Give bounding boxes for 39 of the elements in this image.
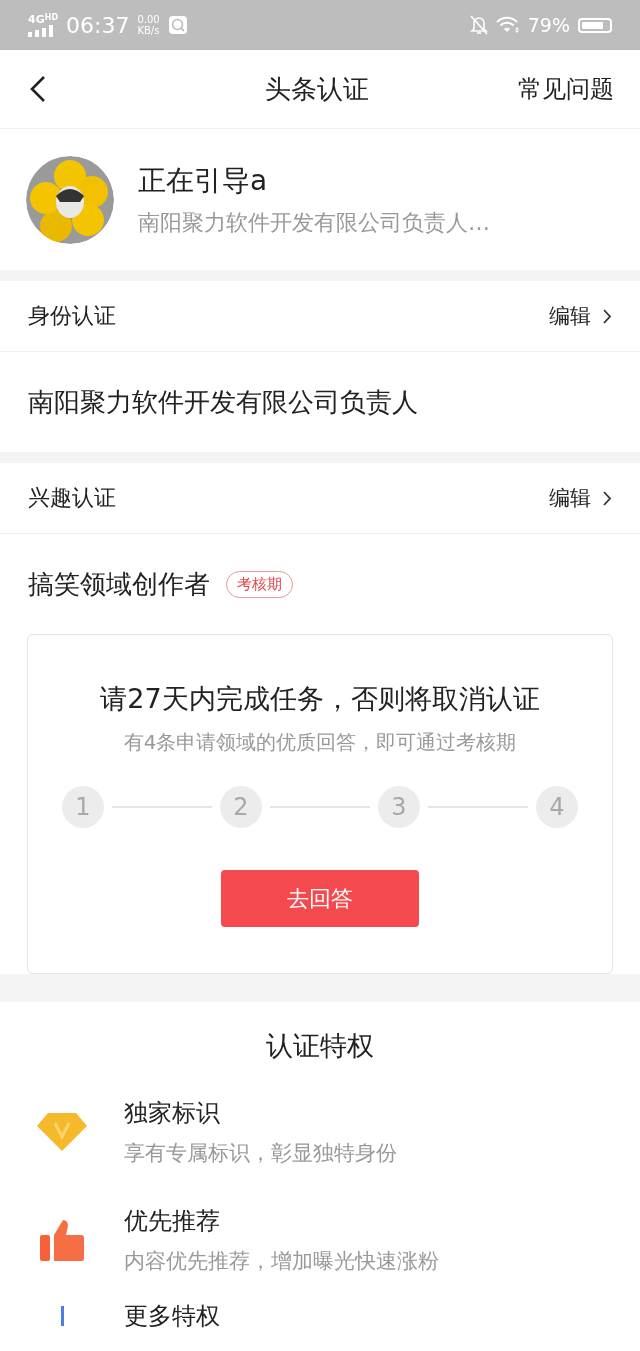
answer-button[interactable]: 去回答 [221, 870, 419, 927]
edit-button[interactable]: 编辑 [549, 302, 612, 330]
network-sub-label: HD [44, 13, 59, 22]
task-title: 请27天内完成任务，否则将取消认证 [100, 682, 540, 716]
privilege-title: 独家标识 [124, 1098, 221, 1129]
more-privileges-icon [61, 1306, 64, 1326]
privilege-description: 享有专属标识，彰显独特身份 [124, 1140, 397, 1167]
certification-value: 南阳聚力软件开发有限公司负责人 [28, 385, 418, 419]
step-circle: 2 [220, 786, 262, 828]
privilege-title: 优先推荐 [124, 1206, 221, 1237]
diamond-icon [36, 1112, 88, 1152]
muted-bell-icon [469, 15, 488, 35]
speed-value: 0.00 [137, 14, 160, 25]
user-name: 正在引导a [138, 162, 269, 199]
user-title: 南阳聚力软件开发有限公司负责人… [138, 208, 490, 237]
step-circle: 1 [62, 786, 104, 828]
faq-link[interactable]: 常见问题 [518, 73, 614, 105]
page-title: 头条认证 [265, 72, 369, 106]
step-circle: 3 [378, 786, 420, 828]
privilege-description: 内容优先推荐，增加曝光快速涨粉 [124, 1248, 439, 1275]
edit-button[interactable]: 编辑 [549, 484, 612, 512]
clock-time: 06:37 [66, 12, 130, 38]
section-heading: 身份认证 [28, 302, 116, 330]
task-hint: 有4条申请领域的优质回答，即可通过考核期 [123, 729, 517, 756]
chevron-icon [603, 490, 612, 506]
section-title: 认证特权 [265, 1029, 375, 1063]
section-heading: 兴趣认证 [28, 484, 116, 512]
wifi-icon [495, 16, 520, 34]
battery-percent: 79% [527, 14, 570, 36]
network-label: 4G [28, 13, 45, 25]
privilege-title: 更多特权 [124, 1301, 220, 1332]
step-circle: 4 [536, 786, 578, 828]
battery-icon [578, 17, 612, 33]
signal-icon [28, 24, 54, 37]
certification-value: 搞笑领域创作者 [28, 567, 210, 601]
speed-unit: KB/s [137, 25, 160, 36]
app-notification-icon [167, 15, 188, 35]
chevron-icon [603, 308, 612, 324]
back-button[interactable] [30, 75, 46, 103]
